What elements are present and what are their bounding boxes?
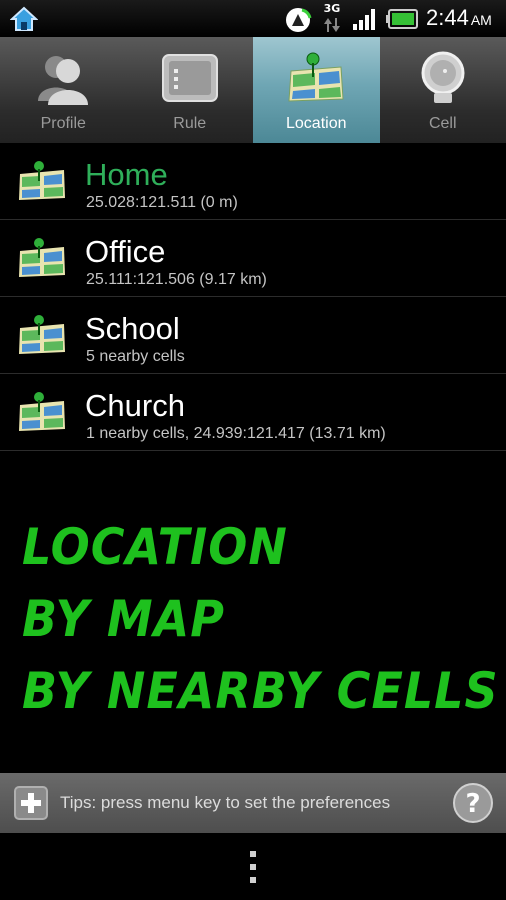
tab-label: Location	[286, 115, 347, 132]
location-map-icon	[19, 238, 65, 277]
location-map-icon	[288, 52, 344, 102]
tips-text: Tips: press menu key to set the preferen…	[60, 793, 391, 812]
clock: 2:44 AM	[426, 5, 492, 31]
data-arrows-icon	[324, 18, 340, 32]
location-detail: 25.111:121.506 (9.17 km)	[86, 271, 267, 288]
location-item-church[interactable]: Church 1 nearby cells, 24.939:121.417 (1…	[0, 374, 506, 451]
network-type-label: 3G	[323, 2, 341, 15]
location-name: Office	[85, 234, 166, 269]
location-name: Home	[85, 157, 168, 192]
promo-line: by map	[22, 589, 225, 649]
location-map-icon	[19, 315, 65, 354]
sync-icon	[286, 8, 312, 32]
promo-text: Location by map by nearby cells	[22, 508, 502, 724]
location-name: Church	[85, 388, 185, 423]
help-icon[interactable]: ?	[452, 782, 494, 824]
location-detail: 25.028:121.511 (0 m)	[86, 194, 238, 211]
svg-text:?: ?	[465, 789, 480, 819]
location-map-icon	[19, 392, 65, 431]
battery-icon	[386, 9, 418, 29]
tab-profile[interactable]: Profile	[0, 37, 127, 143]
bottom-bar	[0, 833, 506, 900]
location-item-school[interactable]: School 5 nearby cells	[0, 297, 506, 374]
clock-ampm: AM	[470, 12, 492, 28]
home-icon	[10, 6, 38, 31]
promo-line: by nearby cells	[22, 661, 499, 721]
location-name: School	[85, 311, 180, 346]
status-bar: 3G 2:44 AM	[0, 0, 506, 37]
promo-line: Location	[22, 517, 288, 577]
cell-icon	[421, 51, 465, 103]
location-map-icon	[19, 161, 65, 200]
location-item-office[interactable]: Office 25.111:121.506 (9.17 km)	[0, 220, 506, 297]
add-icon[interactable]	[14, 786, 48, 820]
location-detail: 1 nearby cells, 24.939:121.417 (13.71 km…	[86, 425, 386, 442]
tab-cell[interactable]: Cell	[380, 37, 506, 143]
tab-label: Profile	[40, 115, 86, 132]
location-list: Home 25.028:121.511 (0 m) Office 25.111:…	[0, 143, 506, 451]
overflow-menu-icon[interactable]	[248, 851, 258, 883]
profile-icon	[38, 56, 89, 105]
tab-bar: Profile Rule Location Cell	[0, 37, 506, 143]
tips-bar: Tips: press menu key to set the preferen…	[0, 773, 506, 833]
tab-rule[interactable]: Rule	[127, 37, 254, 143]
clock-time: 2:44	[426, 5, 469, 30]
rule-icon	[161, 54, 218, 102]
location-detail: 5 nearby cells	[86, 348, 185, 365]
tab-label: Cell	[428, 115, 457, 132]
tab-location[interactable]: Location	[253, 37, 380, 143]
tab-label: Rule	[173, 115, 207, 132]
location-item-home[interactable]: Home 25.028:121.511 (0 m)	[0, 143, 506, 220]
signal-icon	[353, 9, 375, 30]
